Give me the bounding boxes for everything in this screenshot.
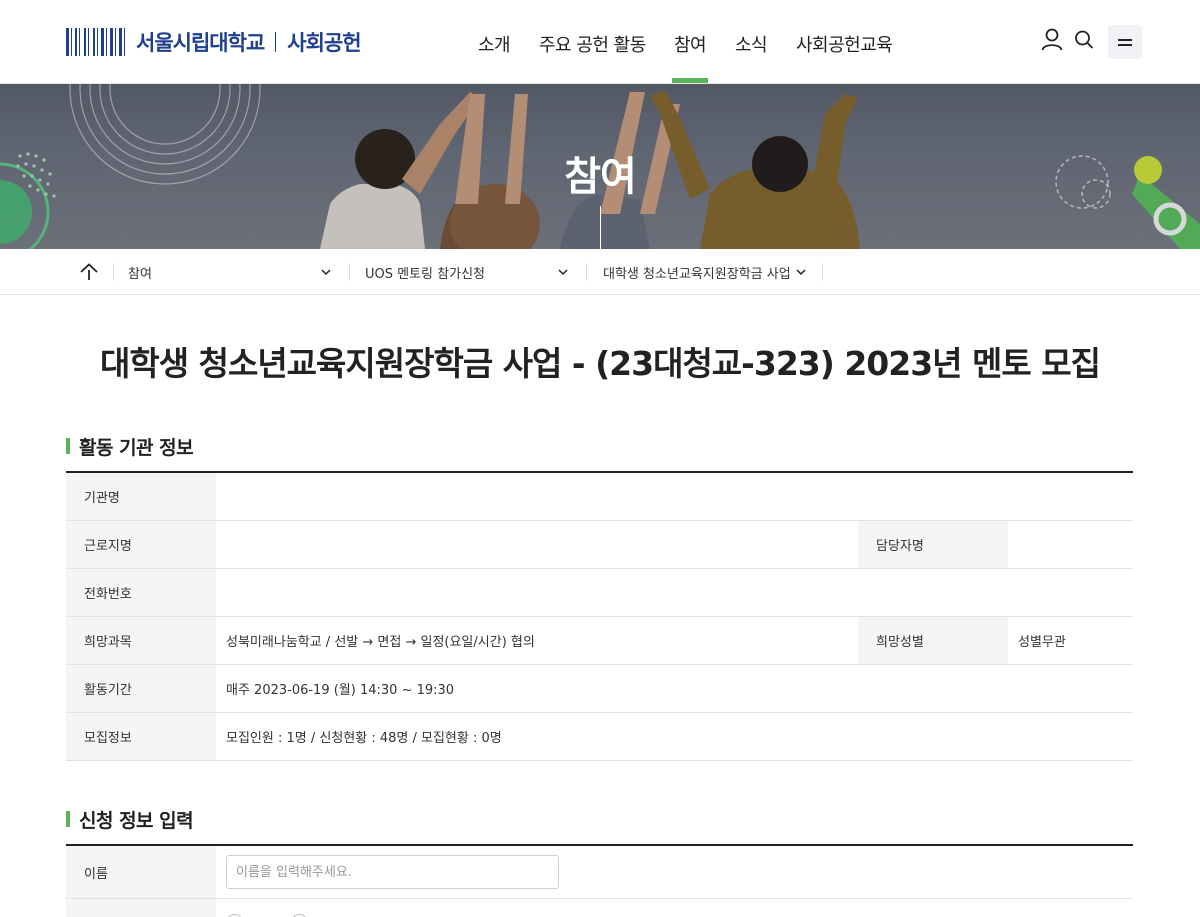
row-value: 성별무관 (1018, 635, 1066, 650)
row-label: 희망과목 (66, 617, 216, 664)
org-info-table: 기관명 근로지명 담당자명 전화번호 희망과목 성북미래나눔학교 / 선발 → … (66, 471, 1133, 761)
breadcrumb-dropdown-mentoring[interactable]: UOS 멘토링 참가신청 (365, 249, 575, 295)
row-value: 모집인원 : 1명 / 신청현황 : 48명 / 모집현황 : 0명 (226, 731, 502, 746)
university-logo-mark-icon (66, 28, 127, 56)
row-label: 활동기간 (66, 665, 216, 712)
table-row: 전화번호 (66, 569, 1133, 617)
menu-button[interactable] (1108, 25, 1142, 59)
site-logo[interactable]: 서울시립대학교 사회공헌 (66, 27, 362, 57)
hero-divider-line (600, 206, 601, 249)
table-row: 근로지명 담당자명 (66, 521, 1133, 569)
search-icon[interactable] (1072, 26, 1096, 54)
page-title: 대학생 청소년교육지원장학금 사업 - (23대청교-323) 2023년 멘토… (100, 344, 1101, 383)
chevron-down-icon (796, 269, 806, 276)
name-label: 이름 (66, 846, 216, 898)
chevron-down-icon (558, 269, 568, 276)
logo-university-name: 서울시립대학교 (136, 31, 265, 55)
logo-divider (275, 32, 277, 52)
menu-icon (1118, 39, 1132, 41)
breadcrumb-label: 대학생 청소년교육지원장학금 사업 (603, 266, 791, 282)
nav-item-main-activities[interactable]: 주요 공헌 활동 (539, 31, 646, 57)
table-row: 기관명 (66, 473, 1133, 521)
apply-info-table: 이름 성별 남성 여성 (66, 844, 1133, 917)
nav-item-intro[interactable]: 소개 (478, 31, 511, 57)
table-row: 성별 남성 여성 (66, 899, 1133, 917)
home-icon[interactable] (78, 261, 100, 283)
breadcrumb: 참여 UOS 멘토링 참가신청 대학생 청소년교육지원장학금 사업 (0, 249, 1200, 295)
nav-item-participation[interactable]: 참여 (671, 31, 709, 83)
section-title-apply-info: 신청 정보 입력 (66, 806, 194, 833)
row-label: 전화번호 (66, 569, 216, 616)
hero-title: 참여 (564, 154, 637, 200)
section-title-org-info: 활동 기관 정보 (66, 433, 194, 460)
table-row: 희망과목 성북미래나눔학교 / 선발 → 면접 → 일정(요일/시간) 협의 희… (66, 617, 1133, 665)
table-row: 활동기간 매주 2023-06-19 (월) 14:30 ~ 19:30 (66, 665, 1133, 713)
nav-item-news[interactable]: 소식 (735, 31, 768, 57)
row-label: 모집정보 (66, 713, 216, 760)
breadcrumb-dropdown-scholarship[interactable]: 대학생 청소년교육지원장학금 사업 (603, 249, 818, 295)
row-label: 희망성별 (858, 617, 1008, 664)
row-value: 성북미래나눔학교 / 선발 → 면접 → 일정(요일/시간) 협의 (226, 635, 535, 650)
row-label: 기관명 (66, 473, 216, 520)
hero-banner: 참여 (0, 84, 1200, 249)
breadcrumb-dropdown-participation[interactable]: 참여 (128, 249, 338, 295)
row-value: 매주 2023-06-19 (월) 14:30 ~ 19:30 (226, 683, 455, 698)
chevron-down-icon (321, 269, 331, 276)
gender-label: 성별 (66, 899, 216, 917)
breadcrumb-label: UOS 멘토링 참가신청 (365, 266, 485, 282)
row-label: 담당자명 (858, 521, 1008, 568)
row-label: 근로지명 (66, 521, 216, 568)
site-header: 서울시립대학교 사회공헌 소개 주요 공헌 활동 참여 소식 사회공헌교육 (0, 0, 1200, 84)
breadcrumb-label: 참여 (128, 266, 152, 282)
logo-department-name: 사회공헌 (287, 31, 361, 55)
name-input[interactable] (226, 855, 559, 889)
nav-item-education[interactable]: 사회공헌교육 (796, 31, 893, 57)
table-row: 이름 (66, 846, 1133, 899)
user-icon[interactable] (1040, 26, 1064, 54)
table-row: 모집정보 모집인원 : 1명 / 신청현황 : 48명 / 모집현황 : 0명 (66, 713, 1133, 761)
